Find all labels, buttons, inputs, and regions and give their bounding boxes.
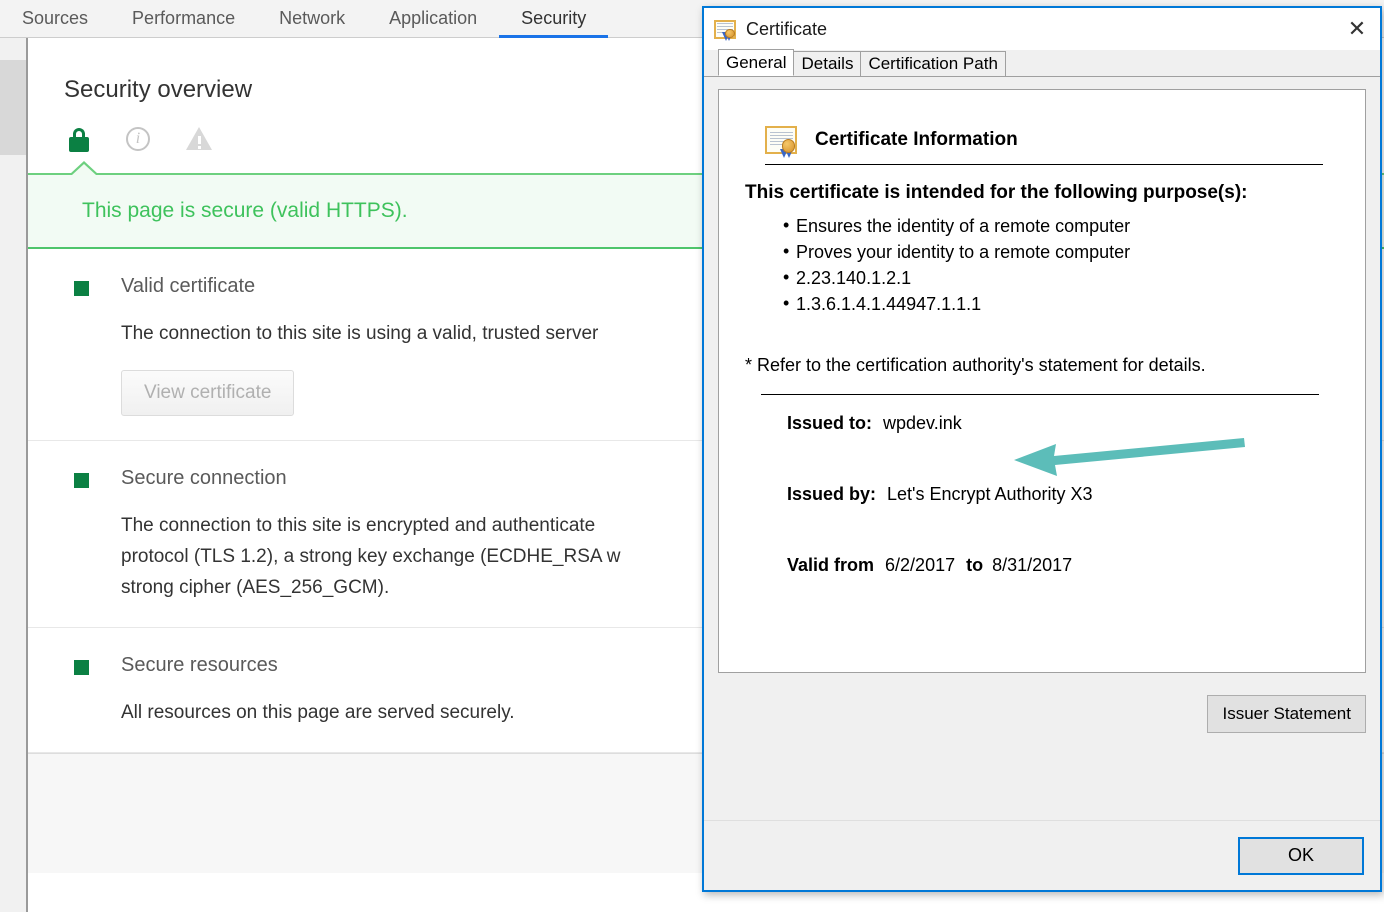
status-marker-green	[74, 473, 89, 488]
warning-icon[interactable]	[186, 127, 212, 151]
fields-divider	[761, 394, 1319, 395]
tab-label: Security	[521, 8, 586, 29]
tab-sources[interactable]: Sources	[0, 0, 110, 38]
refer-note: * Refer to the certification authority's…	[745, 355, 1343, 376]
dialog-title: Certificate	[746, 19, 827, 40]
dialog-tab-details[interactable]: Details	[793, 51, 861, 76]
issued-by-row: Issued by: Let's Encrypt Authority X3	[787, 484, 1343, 505]
validity-row: Valid from 6/2/2017 to 8/31/2017	[787, 555, 1343, 576]
dialog-tab-certification-path[interactable]: Certification Path	[860, 51, 1005, 76]
tab-application[interactable]: Application	[367, 0, 499, 38]
tab-network[interactable]: Network	[257, 0, 367, 38]
tab-label: Sources	[22, 8, 88, 29]
lock-body	[69, 137, 89, 152]
info-icon[interactable]: i	[126, 127, 150, 151]
ok-button[interactable]: OK	[1238, 837, 1364, 875]
sidebar-selected-item[interactable]	[0, 60, 26, 155]
purpose-list: Ensures the identity of a remote compute…	[783, 213, 1343, 317]
valid-from-value: 6/2/2017	[885, 555, 955, 576]
dialog-tab-general[interactable]: General	[718, 49, 794, 76]
issued-by-value: Let's Encrypt Authority X3	[887, 484, 1093, 505]
issued-by-label: Issued by:	[787, 484, 876, 505]
tab-security[interactable]: Security	[499, 0, 608, 38]
certificate-icon	[714, 20, 736, 39]
section-title: Secure resources	[121, 654, 278, 677]
screenshot-root: Sources Performance Network Application …	[0, 0, 1384, 912]
certificate-seal	[782, 139, 795, 152]
banner-text: This page is secure (valid HTTPS).	[82, 199, 408, 223]
valid-to-label: to	[966, 555, 983, 576]
dialog-titlebar[interactable]: Certificate ✕	[704, 8, 1380, 50]
issuer-statement-button[interactable]: Issuer Statement	[1207, 695, 1366, 733]
certificate-information-header: Certificate Information	[765, 126, 1343, 154]
banner-notch-inner	[72, 164, 96, 175]
view-certificate-button[interactable]: View certificate	[121, 370, 294, 416]
issued-to-label: Issued to:	[787, 413, 872, 434]
dialog-tab-label: Certification Path	[868, 54, 997, 74]
lock-icon[interactable]	[68, 126, 90, 152]
section-title: Secure connection	[121, 467, 287, 490]
security-sidebar[interactable]	[0, 38, 26, 912]
issued-to-row: Issued to: wpdev.ink	[787, 413, 1343, 434]
purpose-heading: This certificate is intended for the fol…	[745, 182, 1343, 204]
dialog-content-pane: Certificate Information This certificate…	[704, 77, 1380, 820]
tab-performance[interactable]: Performance	[110, 0, 257, 38]
warning-bar	[198, 136, 201, 144]
certificate-information-title: Certificate Information	[815, 129, 1018, 151]
purpose-item: 1.3.6.1.4.1.44947.1.1.1	[783, 291, 1343, 317]
header-divider	[765, 164, 1323, 165]
status-marker-green	[74, 660, 89, 675]
tab-label: Performance	[132, 8, 235, 29]
certificate-seal	[725, 29, 734, 38]
issuer-statement-row: Issuer Statement	[718, 695, 1366, 733]
certificate-info-box: Certificate Information This certificate…	[718, 89, 1366, 673]
warning-dot	[198, 146, 201, 149]
purpose-item: Proves your identity to a remote compute…	[783, 239, 1343, 265]
tab-label: Application	[389, 8, 477, 29]
valid-to-value: 8/31/2017	[992, 555, 1072, 576]
dialog-tab-label: General	[726, 53, 786, 73]
dialog-tabstrip: General Details Certification Path	[704, 50, 1380, 77]
issued-to-value: wpdev.ink	[883, 413, 962, 434]
valid-from-label: Valid from	[787, 555, 874, 576]
purpose-item: 2.23.140.1.2.1	[783, 265, 1343, 291]
tab-label: Network	[279, 8, 345, 29]
section-title: Valid certificate	[121, 275, 255, 298]
dialog-tab-label: Details	[801, 54, 853, 74]
close-icon[interactable]: ✕	[1334, 8, 1380, 50]
status-marker-green	[74, 281, 89, 296]
dialog-footer: OK	[704, 820, 1380, 890]
purpose-item: Ensures the identity of a remote compute…	[783, 213, 1343, 239]
certificate-seal-icon	[765, 126, 797, 154]
certificate-dialog: Certificate ✕ General Details Certificat…	[702, 6, 1382, 892]
